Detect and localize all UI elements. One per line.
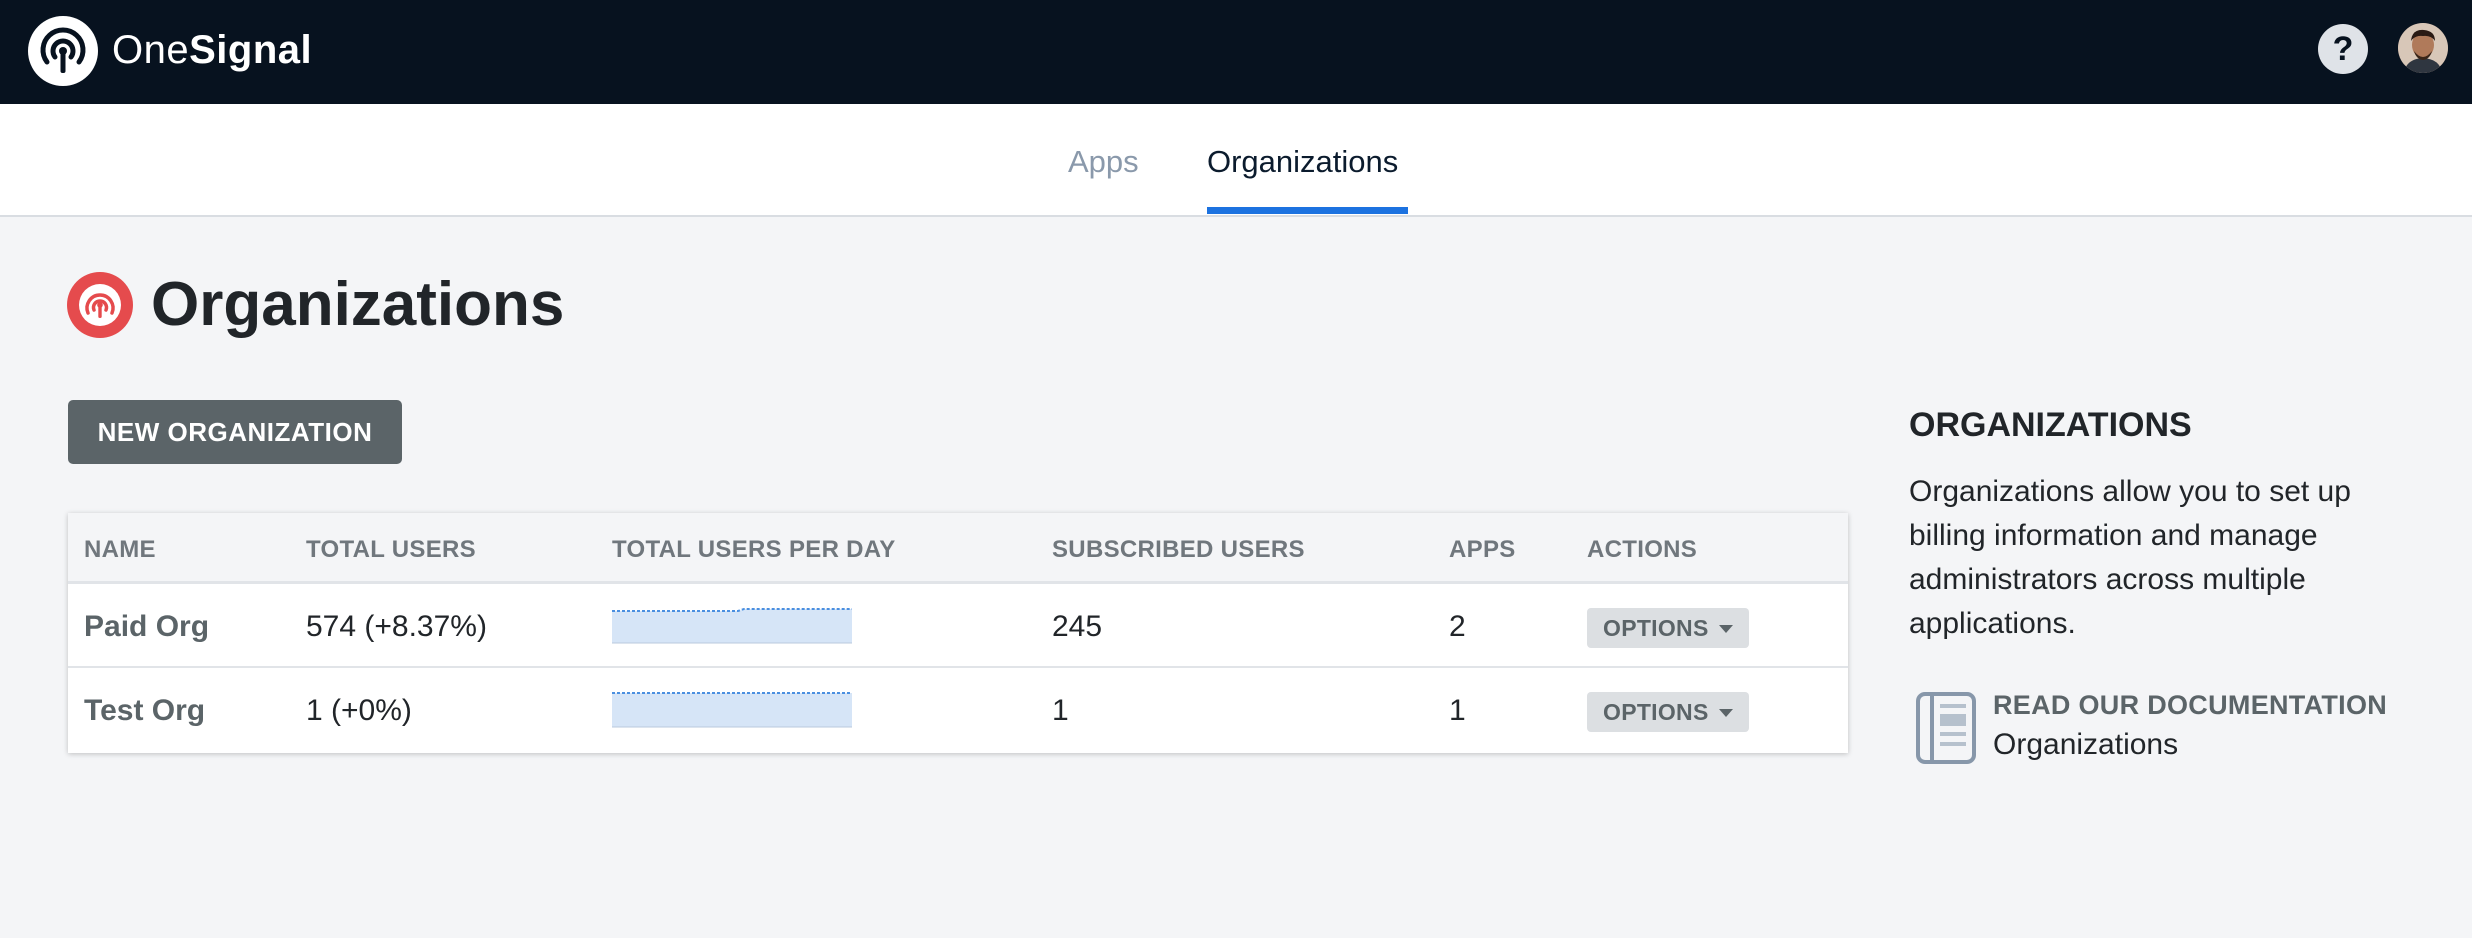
documentation-icon[interactable] [1914, 690, 1978, 766]
column-header-total-users-per-day: TOTAL USERS PER DAY [612, 536, 896, 563]
brand-name-bold: Signal [189, 28, 313, 72]
brand-name-light: One [112, 28, 190, 72]
column-header-total-users[interactable]: TOTAL USERS [306, 535, 476, 565]
column-header-actions: ACTIONS [1587, 536, 1698, 563]
documentation-link[interactable]: READ OUR DOCUMENTATION [1993, 688, 2387, 722]
column-header-name[interactable]: NAME [84, 535, 156, 565]
tab-apps[interactable]: Apps [1068, 142, 1139, 182]
tab-organizations[interactable]: Organizations [1207, 142, 1398, 182]
organizations-table: NAME TOTAL USERS TOTAL USERS PER DAY SUB… [68, 513, 1848, 753]
table-header: NAME TOTAL USERS TOTAL USERS PER DAY SUB… [68, 513, 1848, 584]
users-per-day-sparkline [612, 608, 852, 644]
org-name[interactable]: Test Org [84, 692, 205, 730]
users-per-day-sparkline [612, 692, 852, 728]
options-dropdown-button[interactable]: OPTIONS [1587, 692, 1749, 732]
main-tabs: Apps Organizations [0, 104, 2472, 217]
apps-count: 1 [1449, 694, 1466, 727]
top-navbar: OneSignal ? [0, 0, 2472, 104]
table-row[interactable]: Paid Org 574 (+8.37%) 245 2 OPTIONS [68, 584, 1848, 668]
subscribed-users: 245 [1052, 610, 1103, 643]
subscribed-users: 1 [1052, 694, 1069, 727]
column-header-subscribed-users[interactable]: SUBSCRIBED USERS [1052, 535, 1305, 565]
caret-down-icon [1719, 625, 1733, 633]
help-icon[interactable]: ? [2318, 24, 2368, 74]
sidebar-description: Organizations allow you to set up billin… [1909, 475, 2351, 640]
organizations-icon [67, 272, 133, 338]
caret-down-icon [1719, 709, 1733, 717]
options-label: OPTIONS [1603, 615, 1709, 641]
total-users: 1 (+0%) [306, 694, 412, 727]
user-avatar[interactable] [2398, 23, 2448, 73]
total-users: 574 (+8.37%) [306, 610, 487, 643]
options-dropdown-button[interactable]: OPTIONS [1587, 608, 1749, 648]
onesignal-logo-icon[interactable] [28, 16, 98, 86]
column-header-apps[interactable]: APPS [1449, 535, 1516, 565]
active-tab-indicator [1207, 207, 1408, 214]
org-name[interactable]: Paid Org [84, 608, 209, 646]
table-row[interactable]: Test Org 1 (+0%) 1 1 OPTIONS [68, 668, 1848, 752]
brand-wordmark[interactable]: OneSignal [112, 24, 312, 76]
new-organization-button[interactable]: NEW ORGANIZATION [68, 400, 402, 464]
page-title: Organizations [151, 270, 565, 339]
documentation-link-subtitle[interactable]: Organizations [1993, 726, 2178, 764]
options-label: OPTIONS [1603, 699, 1709, 725]
apps-count: 2 [1449, 610, 1466, 643]
sidebar-title: ORGANIZATIONS [1909, 406, 2192, 444]
